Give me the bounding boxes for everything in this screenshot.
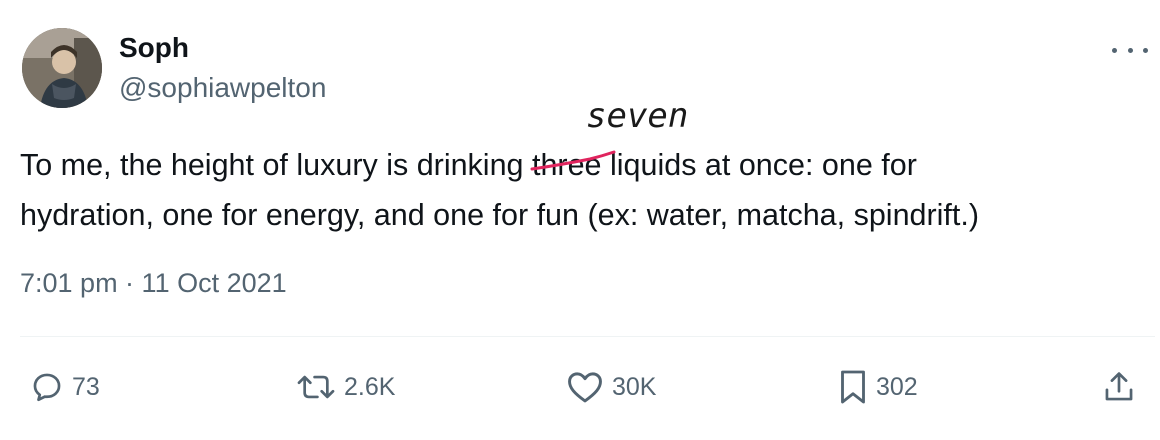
like-button[interactable]: 30K <box>566 364 656 410</box>
reply-icon <box>33 373 61 402</box>
repost-button[interactable]: 2.6K <box>296 364 395 410</box>
tweet-text-after: liquids at once: one for <box>601 148 917 182</box>
display-name[interactable]: Soph <box>119 32 189 64</box>
tweet-text-before: To me, the height of luxury is drinking <box>20 148 532 182</box>
reply-button[interactable]: 73 <box>30 364 100 410</box>
action-bar: 73 2.6K 30K 302 <box>0 364 1160 410</box>
share-button[interactable] <box>1102 364 1136 410</box>
repost-count: 2.6K <box>344 372 396 401</box>
struck-word: three <box>530 140 616 190</box>
bookmark-button[interactable]: 302 <box>838 364 918 410</box>
repost-icon <box>297 375 335 399</box>
user-handle[interactable]: @sophiawpelton <box>119 72 326 104</box>
tweet-text: To me, the height of luxury is drinking … <box>20 140 1140 240</box>
tweet: Soph @sophiawpelton seven To me, the hei… <box>0 0 1160 440</box>
bookmark-icon <box>841 370 865 404</box>
handwritten-correction: seven <box>586 96 689 136</box>
avatar-photo <box>22 28 102 108</box>
heart-icon <box>568 372 602 403</box>
bookmark-count: 302 <box>876 372 918 401</box>
avatar[interactable] <box>22 28 102 108</box>
divider <box>20 336 1155 337</box>
share-icon <box>1105 372 1133 401</box>
more-options-icon[interactable] <box>1112 40 1148 60</box>
reply-count: 73 <box>72 372 100 401</box>
tweet-timestamp[interactable]: 7:01 pm · 11 Oct 2021 <box>20 268 287 299</box>
tweet-line-2: hydration, one for energy, and one for f… <box>20 198 980 232</box>
like-count: 30K <box>612 372 657 401</box>
strikethrough-mark <box>530 150 616 171</box>
tweet-line-1: To me, the height of luxury is drinking … <box>20 140 1140 190</box>
